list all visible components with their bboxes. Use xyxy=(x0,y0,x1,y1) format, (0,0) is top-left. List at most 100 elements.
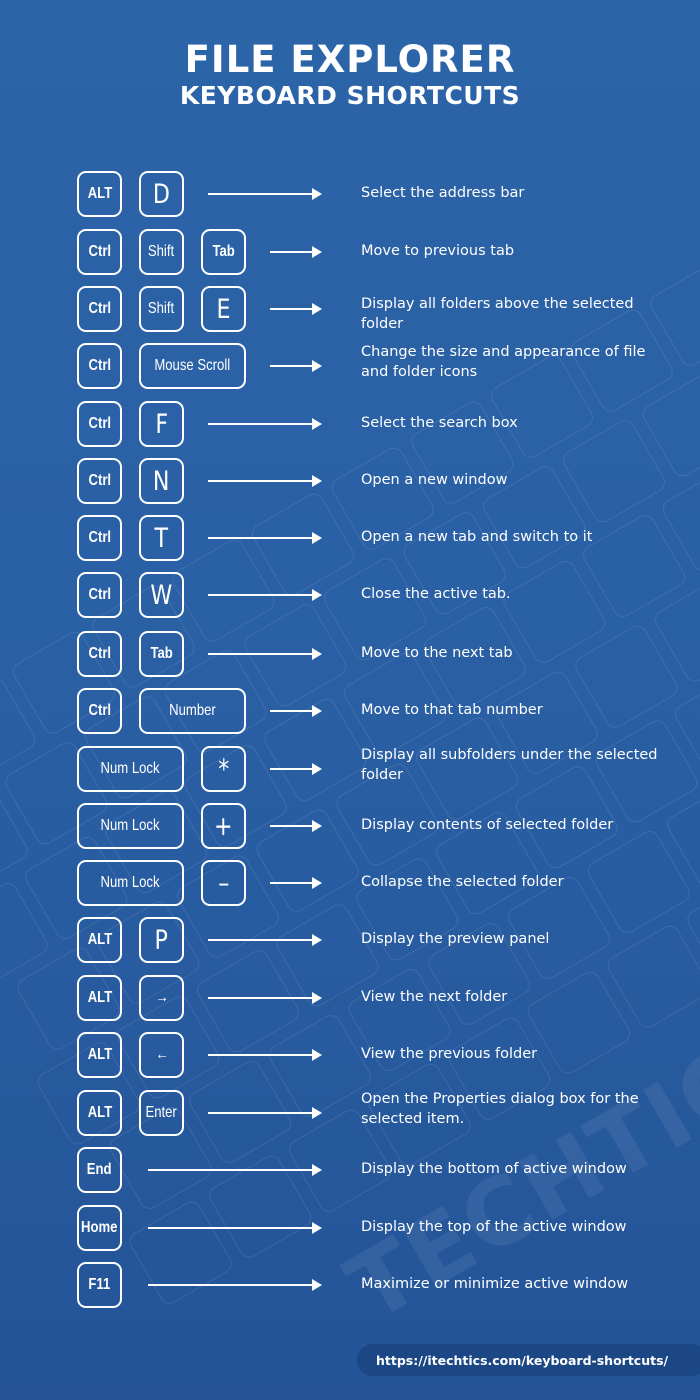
key-label: N xyxy=(153,465,170,497)
key-label: Num Lock xyxy=(100,817,161,834)
shortcut-row: Num Lock – Collapse the selected folder xyxy=(0,860,700,906)
arrow-right-icon xyxy=(208,1107,322,1119)
shortcut-description: Move to the next tab xyxy=(361,645,513,661)
arrow-right-icon xyxy=(270,246,322,258)
key-ctrl: Ctrl xyxy=(77,631,122,677)
key-label: Enter xyxy=(145,1104,178,1121)
key-ctrl: Ctrl xyxy=(77,401,122,447)
key-label: E xyxy=(216,293,231,325)
shortcut-description: Move to that tab number xyxy=(361,702,543,718)
key-label: Tab xyxy=(150,645,173,662)
key-end: End xyxy=(77,1147,122,1193)
key-label: ALT xyxy=(87,185,112,202)
shortcut-description: Display all subfolders under the selecte… xyxy=(361,747,658,783)
key-ctrl: Ctrl xyxy=(77,515,122,561)
shortcut-description: Select the search box xyxy=(361,415,518,431)
shortcut-row: Ctrl T Open a new tab and switch to it xyxy=(0,515,700,561)
key-label: Number xyxy=(169,702,216,719)
shortcut-description: Select the address bar xyxy=(361,185,525,201)
arrow-right-icon xyxy=(270,763,322,775)
key-p: P xyxy=(139,917,184,963)
key-f11: F11 xyxy=(77,1262,122,1308)
key-alt: ALT xyxy=(77,975,122,1021)
key-alt: ALT xyxy=(77,1032,122,1078)
arrow-right-icon xyxy=(208,532,322,544)
key-tab: Tab xyxy=(201,229,246,275)
shortcut-row: Ctrl F Select the search box xyxy=(0,401,700,447)
shortcut-description: View the next folder xyxy=(361,989,508,1005)
shortcut-description: Open a new window xyxy=(361,472,508,488)
shortcut-description: Display all folders above the selected f… xyxy=(361,296,634,332)
shortcut-description: Display the preview panel xyxy=(361,931,550,947)
shortcut-row: Home Display the top of the active window xyxy=(0,1205,700,1251)
header: FILE EXPLORER KEYBOARD SHORTCUTS xyxy=(0,38,700,110)
key-label: F11 xyxy=(88,1276,111,1293)
key-enter: Enter xyxy=(139,1090,184,1136)
key-e: E xyxy=(201,286,246,332)
key-alt: ALT xyxy=(77,1090,122,1136)
shortcut-row: Num Lock + Display contents of selected fo… xyxy=(0,803,700,849)
key-label: Home xyxy=(81,1219,118,1236)
key-label: – xyxy=(217,867,230,899)
key-label: Shift xyxy=(148,300,175,317)
shortcut-description: View the previous folder xyxy=(361,1046,538,1062)
key-label: T xyxy=(154,522,169,554)
key-left-arrow-icon: ← xyxy=(139,1032,184,1078)
key-ctrl: Ctrl xyxy=(77,286,122,332)
key-label: W xyxy=(150,579,173,611)
key-num-lock: Num Lock xyxy=(77,746,184,792)
arrow-right-icon xyxy=(270,820,322,832)
shortcut-row: Ctrl Tab Move to the next tab xyxy=(0,631,700,677)
key-label: Ctrl xyxy=(88,357,111,374)
arrow-right-icon xyxy=(208,475,322,487)
shortcut-row: ALT → View the next folder xyxy=(0,975,700,1021)
shortcut-description: Move to previous tab xyxy=(361,243,515,259)
key-label: Ctrl xyxy=(88,529,111,546)
footer-url-link[interactable]: https://itechtics.com/keyboard-shortcuts… xyxy=(357,1344,700,1376)
key-d: D xyxy=(139,171,184,217)
shortcut-row: Ctrl Shift E Display all folders above the … xyxy=(0,286,700,332)
shortcut-row: ALT ← View the previous folder xyxy=(0,1032,700,1078)
key-label: Ctrl xyxy=(88,243,111,260)
key-label: Ctrl xyxy=(88,472,111,489)
key-ctrl: Ctrl xyxy=(77,229,122,275)
key-label: ALT xyxy=(87,1046,112,1063)
key-alt: ALT xyxy=(77,171,122,217)
key-plus: + xyxy=(201,803,246,849)
arrow-right-icon xyxy=(208,934,322,946)
footer-url[interactable]: https://itechtics.com/keyboard-shortcuts… xyxy=(376,1353,668,1368)
key-label: Tab xyxy=(212,243,235,260)
key-label: Num Lock xyxy=(100,760,161,777)
key-label: Num Lock xyxy=(100,874,161,891)
key-label: Ctrl xyxy=(88,300,111,317)
key-n: N xyxy=(139,458,184,504)
key-label: ALT xyxy=(87,989,112,1006)
shortcut-row: Ctrl Mouse Scroll Change the size and appe… xyxy=(0,343,700,389)
arrow-right-icon xyxy=(148,1164,322,1176)
key-num-lock: Num Lock xyxy=(77,803,184,849)
key-ctrl: Ctrl xyxy=(77,688,122,734)
key-mouse-scroll: Mouse Scroll xyxy=(139,343,246,389)
shortcut-description: Maximize or minimize active window xyxy=(361,1276,629,1292)
arrow-right-icon xyxy=(270,303,322,315)
key-label: → xyxy=(154,989,169,1006)
arrow-right-icon xyxy=(208,188,322,200)
shortcut-description: Display the top of the active window xyxy=(361,1219,627,1235)
key-number: Number xyxy=(139,688,246,734)
key-shift: Shift xyxy=(139,229,184,275)
key-right-arrow-icon: → xyxy=(139,975,184,1021)
shortcut-row: ALT P Display the preview panel xyxy=(0,917,700,963)
key-label: Ctrl xyxy=(88,645,111,662)
shortcut-row: Ctrl N Open a new window xyxy=(0,458,700,504)
key-home: Home xyxy=(77,1205,122,1251)
key-tab: Tab xyxy=(139,631,184,677)
shortcut-row: End Display the bottom of active window xyxy=(0,1147,700,1193)
key-label: ALT xyxy=(87,1104,112,1121)
arrow-right-icon xyxy=(208,589,322,601)
key-label: Shift xyxy=(148,243,175,260)
key-f: F xyxy=(139,401,184,447)
arrow-right-icon xyxy=(148,1222,322,1234)
key-label: Mouse Scroll xyxy=(154,357,231,374)
key-minus: – xyxy=(201,860,246,906)
shortcut-row: ALT Enter Open the Properties dialog box f… xyxy=(0,1090,700,1136)
